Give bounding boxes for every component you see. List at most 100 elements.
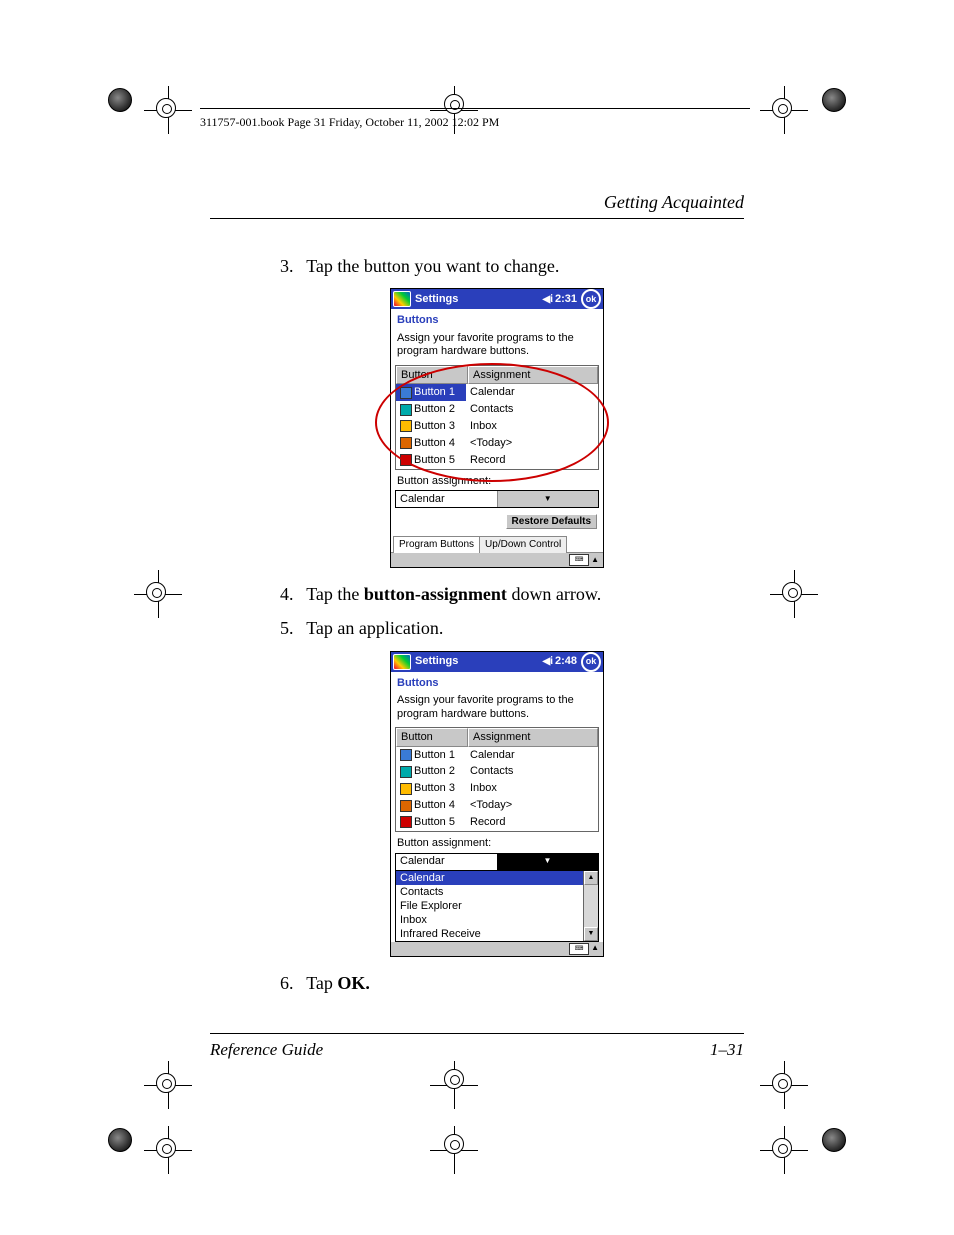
scroll-down-icon[interactable]: ▼ xyxy=(584,927,598,941)
step-6: 6. Tap OK. xyxy=(280,971,744,995)
inbox-icon xyxy=(400,783,412,795)
col-assignment[interactable]: Assignment xyxy=(468,728,598,747)
tabs: Program Buttons Up/Down Control xyxy=(391,535,603,553)
calendar-icon xyxy=(400,387,412,399)
dropdown-option[interactable]: Inbox xyxy=(396,913,583,927)
chevron-down-icon[interactable] xyxy=(497,854,598,870)
restore-defaults-button[interactable]: Restore Defaults xyxy=(506,514,597,529)
assignment-label: Button assignment: xyxy=(391,832,603,852)
titlebar-time: 2:31 xyxy=(555,292,577,307)
step-number: 6. xyxy=(280,971,302,995)
screen-description: Assign your favorite programs to the pro… xyxy=(391,330,603,364)
scroll-up-icon[interactable]: ▲ xyxy=(584,871,598,885)
screen-description: Assign your favorite programs to the pro… xyxy=(391,692,603,726)
page-header-text: 311757-001.book Page 31 Friday, October … xyxy=(200,115,499,129)
step-text-bold: button-assignment xyxy=(364,584,507,604)
record-icon xyxy=(400,816,412,828)
section-rule xyxy=(210,218,744,219)
crop-mark-icon xyxy=(430,1120,490,1180)
speaker-icon[interactable]: ◀ἰ xyxy=(543,655,553,669)
crop-mark-icon xyxy=(116,80,176,140)
table-row[interactable]: Button 2 Contacts xyxy=(396,763,598,780)
titlebar-title: Settings xyxy=(415,654,458,669)
dropdown-option[interactable]: Calendar xyxy=(396,871,583,885)
inbox-icon xyxy=(400,420,412,432)
dropdown-value: Calendar xyxy=(396,492,497,507)
footer-left: Reference Guide xyxy=(210,1040,323,1060)
step-3: 3. Tap the button you want to change. xyxy=(280,254,744,278)
table-row[interactable]: Button 3 Inbox xyxy=(396,418,598,435)
step-number: 3. xyxy=(280,254,302,278)
tab-updown-control[interactable]: Up/Down Control xyxy=(479,536,567,553)
assignment-dropdown[interactable]: Calendar xyxy=(395,490,599,508)
keyboard-icon[interactable]: ⌨ xyxy=(569,943,589,955)
titlebar: Settings ◀ἰ 2:31 ok xyxy=(391,289,603,309)
crop-mark-icon xyxy=(116,1055,176,1115)
table-row[interactable]: Button 2 Contacts xyxy=(396,401,598,418)
dropdown-list: Calendar Contacts File Explorer Inbox In… xyxy=(395,871,599,942)
titlebar-time: 2:48 xyxy=(555,654,577,669)
dropdown-value: Calendar xyxy=(396,854,497,869)
table-row[interactable]: Button 3 Inbox xyxy=(396,780,598,797)
calendar-icon xyxy=(400,749,412,761)
input-panel: ⌨ ▲ xyxy=(391,942,603,956)
crop-mark-icon xyxy=(778,1055,838,1115)
input-panel: ⌨ ▲ xyxy=(391,553,603,567)
dropdown-option[interactable]: Infrared Receive xyxy=(396,927,583,941)
up-arrow-icon[interactable]: ▲ xyxy=(591,943,599,954)
up-arrow-icon[interactable]: ▲ xyxy=(591,555,599,566)
step-number: 4. xyxy=(280,582,302,606)
step-text-pre: Tap xyxy=(306,973,337,993)
section-title: Getting Acquainted xyxy=(604,192,744,213)
assignment-dropdown-open[interactable]: Calendar Calendar Contacts File Explorer… xyxy=(395,853,599,942)
device-screenshot-2: Settings ◀ἰ 2:48 ok Buttons Assign your … xyxy=(390,651,604,957)
ok-button[interactable]: ok xyxy=(581,652,601,672)
keyboard-icon[interactable]: ⌨ xyxy=(569,554,589,566)
crop-mark-icon xyxy=(430,1055,490,1115)
buttons-table: Button Assignment Button 1 Calendar Butt… xyxy=(395,365,599,470)
page-header: 311757-001.book Page 31 Friday, October … xyxy=(200,108,750,130)
col-button[interactable]: Button xyxy=(396,366,468,385)
table-row[interactable]: Button 4 <Today> xyxy=(396,797,598,814)
assignment-label: Button assignment: xyxy=(391,470,603,490)
footer-right: 1–31 xyxy=(710,1040,744,1060)
col-button[interactable]: Button xyxy=(396,728,468,747)
footer-rule xyxy=(210,1033,744,1034)
contacts-icon xyxy=(400,766,412,778)
chevron-down-icon[interactable] xyxy=(497,491,599,507)
crop-mark-icon xyxy=(778,80,838,140)
start-icon[interactable] xyxy=(393,291,411,307)
dropdown-option[interactable]: Contacts xyxy=(396,885,583,899)
screen-heading: Buttons xyxy=(391,309,603,330)
crop-mark-icon xyxy=(778,1120,838,1180)
speaker-icon[interactable]: ◀ἰ xyxy=(543,293,553,307)
table-row[interactable]: Button 1 Calendar xyxy=(396,384,598,401)
dropdown-option[interactable]: File Explorer xyxy=(396,899,583,913)
scrollbar[interactable]: ▲ ▼ xyxy=(583,871,598,941)
step-text-pre: Tap the xyxy=(306,584,364,604)
step-text-bold: OK. xyxy=(337,973,370,993)
table-row[interactable]: Button 4 <Today> xyxy=(396,435,598,452)
today-icon xyxy=(400,800,412,812)
today-icon xyxy=(400,437,412,449)
ok-button[interactable]: ok xyxy=(581,289,601,309)
crop-mark-icon xyxy=(116,1120,176,1180)
device-screenshot-1: Settings ◀ἰ 2:31 ok Buttons Assign your … xyxy=(390,288,604,568)
col-assignment[interactable]: Assignment xyxy=(468,366,598,385)
start-icon[interactable] xyxy=(393,654,411,670)
step-text: Tap an application. xyxy=(306,618,443,638)
crop-mark-icon xyxy=(778,570,838,630)
contacts-icon xyxy=(400,404,412,416)
table-row[interactable]: Button 5 Record xyxy=(396,452,598,469)
titlebar: Settings ◀ἰ 2:48 ok xyxy=(391,652,603,672)
step-5: 5. Tap an application. xyxy=(280,616,744,640)
tab-program-buttons[interactable]: Program Buttons xyxy=(393,536,480,553)
scroll-track[interactable] xyxy=(584,885,598,927)
table-row[interactable]: Button 5 Record xyxy=(396,814,598,831)
table-row[interactable]: Button 1 Calendar xyxy=(396,747,598,764)
buttons-table: Button Assignment Button 1 Calendar Butt… xyxy=(395,727,599,832)
screen-heading: Buttons xyxy=(391,672,603,693)
record-icon xyxy=(400,454,412,466)
crop-mark-icon xyxy=(116,570,176,630)
step-text-post: down arrow. xyxy=(507,584,601,604)
